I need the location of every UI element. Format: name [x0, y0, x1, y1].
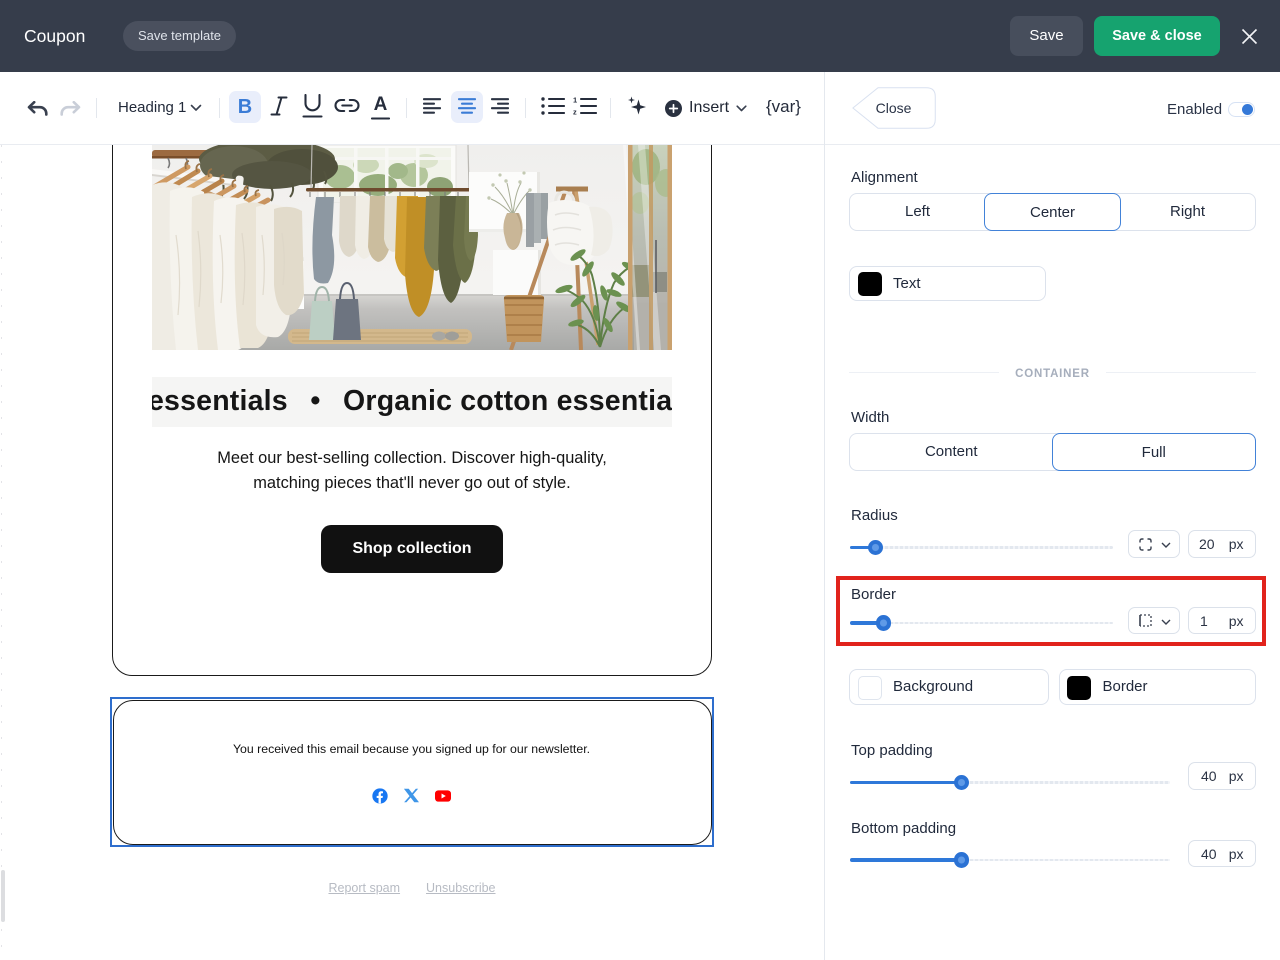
svg-text:1: 1: [573, 97, 577, 105]
svg-text:z: z: [573, 108, 577, 116]
